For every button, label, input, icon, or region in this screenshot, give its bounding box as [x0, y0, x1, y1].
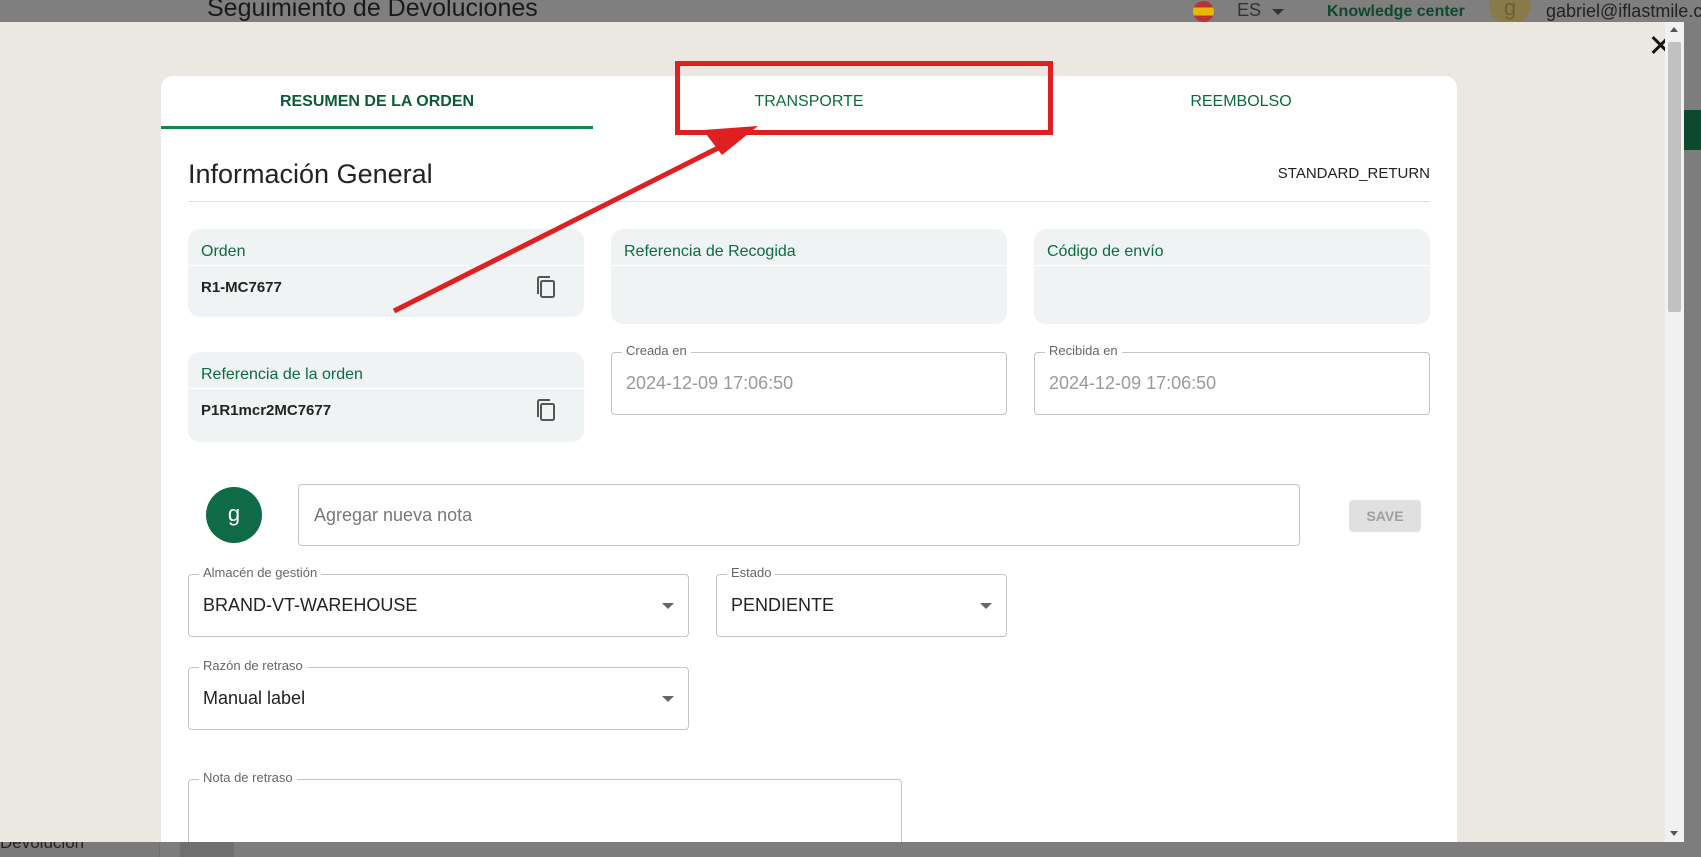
referencia-orden-field: Referencia de la orden P1R1mcr2MC7677: [188, 352, 584, 442]
referencia-recogida-label: Referencia de Recogida: [624, 243, 796, 260]
divider: [188, 201, 1430, 202]
dialog-card: RESUMEN DE LA ORDEN TRANSPORTE REEMBOLSO…: [161, 76, 1457, 842]
scroll-thumb[interactable]: [1668, 42, 1681, 312]
orden-label: Orden: [201, 243, 246, 260]
recibida-en-value: 2024-12-09 17:06:50: [1049, 373, 1217, 393]
scroll-up-icon[interactable]: [1670, 27, 1678, 32]
order-dialog: RESUMEN DE LA ORDEN TRANSPORTE REEMBOLSO…: [0, 22, 1684, 842]
return-type-label: STANDARD_RETURN: [1277, 165, 1430, 182]
orden-field: Orden R1-MC7677: [188, 229, 584, 317]
almacen-select[interactable]: Almacén de gestión BRAND-VT-WAREHOUSE: [188, 565, 689, 637]
divider: [1034, 265, 1430, 266]
tab-resumen-orden[interactable]: RESUMEN DE LA ORDEN: [161, 76, 593, 129]
copy-icon[interactable]: [534, 398, 558, 424]
tab-transporte[interactable]: TRANSPORTE: [593, 76, 1025, 129]
knowledge-center-link[interactable]: Knowledge center: [1327, 3, 1465, 21]
language-selector[interactable]: ES: [1237, 0, 1261, 21]
codigo-envio-field: Código de envío: [1034, 229, 1430, 324]
divider: [188, 388, 584, 389]
almacen-label: Almacén de gestión: [199, 565, 322, 580]
nota-retraso-textarea[interactable]: Nota de retraso: [188, 770, 902, 842]
estado-label: Estado: [727, 565, 776, 580]
chevron-down-icon: [662, 603, 674, 609]
codigo-envio-label: Código de envío: [1047, 243, 1164, 260]
razon-retraso-value: Manual label: [203, 688, 306, 708]
razon-retraso-label: Razón de retraso: [199, 658, 307, 673]
page-title: Seguimiento de Devoluciones: [207, 0, 538, 22]
copy-icon[interactable]: [534, 275, 558, 301]
background-block: [180, 840, 234, 857]
chevron-down-icon: [662, 696, 674, 702]
new-note-input[interactable]: [298, 484, 1300, 546]
divider: [611, 265, 1007, 266]
recibida-en-field: Recibida en 2024-12-09 17:06:50: [1034, 343, 1430, 415]
user-email: gabriel@iflastmile.c: [1546, 1, 1701, 21]
almacen-value: BRAND-VT-WAREHOUSE: [203, 595, 418, 615]
referencia-orden-label: Referencia de la orden: [201, 366, 363, 383]
nota-retraso-label: Nota de retraso: [199, 770, 297, 785]
save-button[interactable]: SAVE: [1349, 500, 1421, 532]
scroll-down-icon[interactable]: [1670, 831, 1678, 836]
tab-reembolso[interactable]: REEMBOLSO: [1025, 76, 1457, 129]
estado-value: PENDIENTE: [731, 595, 835, 615]
orden-value: R1-MC7677: [201, 279, 282, 296]
avatar: g: [206, 487, 262, 543]
creada-en-value: 2024-12-09 17:06:50: [626, 373, 794, 393]
tab-bar: RESUMEN DE LA ORDEN TRANSPORTE REEMBOLSO: [161, 76, 1457, 129]
chevron-down-icon: [1272, 9, 1284, 15]
section-title: Información General: [188, 159, 433, 189]
razon-retraso-select[interactable]: Razón de retraso Manual label: [188, 658, 689, 730]
creada-en-field: Creada en 2024-12-09 17:06:50: [611, 343, 1007, 415]
recibida-en-label: Recibida en: [1045, 343, 1122, 358]
referencia-recogida-field: Referencia de Recogida: [611, 229, 1007, 324]
referencia-orden-value: P1R1mcr2MC7677: [201, 402, 332, 419]
creada-en-label: Creada en: [622, 343, 691, 358]
estado-select[interactable]: Estado PENDIENTE: [716, 565, 1007, 637]
divider: [188, 265, 584, 266]
spain-flag-icon: [1193, 1, 1214, 22]
chevron-down-icon: [980, 603, 992, 609]
scrollbar[interactable]: [1665, 22, 1684, 842]
